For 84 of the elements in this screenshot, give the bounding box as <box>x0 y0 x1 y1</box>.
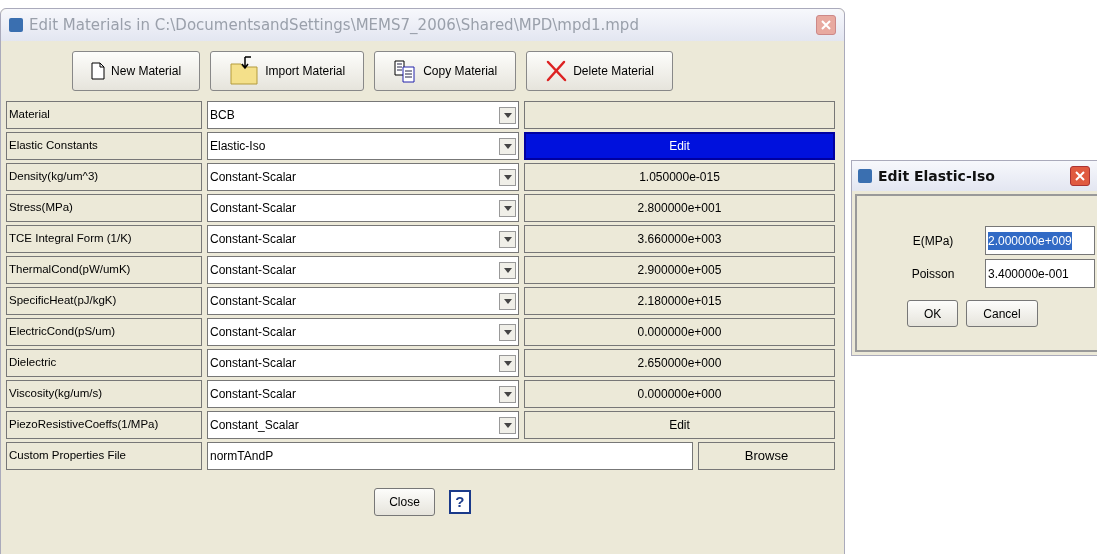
toolbar-button[interactable]: Copy Material <box>374 51 517 91</box>
type-dropdown[interactable]: Constant-Scalar <box>207 318 519 346</box>
value-button[interactable]: 2.800000e+001 <box>524 194 835 222</box>
value-button[interactable]: Edit <box>524 132 835 160</box>
help-button[interactable]: ? <box>448 490 471 514</box>
caret-icon <box>503 112 512 118</box>
property-label: Dielectric <box>6 349 202 377</box>
type-dropdown[interactable]: BCB <box>207 101 519 129</box>
browse-button[interactable]: Browse <box>698 442 835 470</box>
field-value: 3.400000e-001 <box>988 265 1069 283</box>
blank-page-icon <box>91 62 106 80</box>
property-label: PiezoResistiveCoeffs(1/MPa) <box>6 411 202 439</box>
property-label: Density(kg/um^3) <box>6 163 202 191</box>
caret-icon <box>503 360 512 366</box>
caret-icon <box>503 174 512 180</box>
value-button[interactable]: Edit <box>524 411 835 439</box>
value-button[interactable]: 2.900000e+005 <box>524 256 835 284</box>
close-button[interactable]: Close <box>374 488 435 516</box>
property-label: Material <box>6 101 202 129</box>
dropdown-button[interactable] <box>499 137 516 155</box>
type-dropdown[interactable]: Constant-Scalar <box>207 380 519 408</box>
property-label: Custom Properties File <box>6 442 202 470</box>
caret-icon <box>503 422 512 428</box>
value-button[interactable]: 1.050000e-015 <box>524 163 835 191</box>
property-label: Viscosity(kg/um/s) <box>6 380 202 408</box>
dialog-button[interactable]: Cancel <box>966 300 1038 327</box>
value-field[interactable]: 2.000000e+009 <box>985 226 1095 255</box>
type-dropdown[interactable]: Constant-Scalar <box>207 194 519 222</box>
field-value: 2.000000e+009 <box>988 231 1072 250</box>
value-button[interactable]: 0.000000e+000 <box>524 380 835 408</box>
dropdown-button[interactable] <box>499 168 516 186</box>
type-dropdown[interactable]: Constant-Scalar <box>207 225 519 253</box>
dropdown-button[interactable] <box>499 230 516 248</box>
dropdown-button[interactable] <box>499 385 516 403</box>
value-button[interactable]: 3.660000e+003 <box>524 225 835 253</box>
property-label: TCE Integral Form (1/K) <box>6 225 202 253</box>
folder-arrow-icon <box>229 56 260 86</box>
caret-icon <box>503 143 512 149</box>
caret-icon <box>503 205 512 211</box>
property-label: ElectricCond(pS/um) <box>6 318 202 346</box>
value-field[interactable]: 3.400000e-001 <box>985 259 1095 288</box>
dropdown-button[interactable] <box>499 292 516 310</box>
field-label: Poisson <box>910 265 956 283</box>
type-dropdown[interactable]: Constant-Scalar <box>207 349 519 377</box>
type-dropdown[interactable]: Constant-Scalar <box>207 256 519 284</box>
caret-icon <box>503 391 512 397</box>
close-button[interactable] <box>816 15 836 35</box>
caret-icon <box>503 298 512 304</box>
value-button[interactable]: 2.180000e+015 <box>524 287 835 315</box>
property-label: ThermalCond(pW/umK) <box>6 256 202 284</box>
dropdown-button[interactable] <box>499 261 516 279</box>
toolbar-button[interactable]: New Material <box>72 51 201 91</box>
app-logo-icon <box>9 18 23 32</box>
close-button[interactable] <box>1070 166 1090 186</box>
dropdown-button[interactable] <box>499 354 516 372</box>
file-field[interactable]: normTAndP <box>207 442 693 470</box>
value-button[interactable] <box>524 101 835 129</box>
dropdown-button[interactable] <box>499 416 516 434</box>
property-label: Elastic Constants <box>6 132 202 160</box>
close-icon <box>1075 171 1085 181</box>
type-dropdown[interactable]: Constant-Scalar <box>207 287 519 315</box>
type-dropdown[interactable]: Constant_Scalar <box>207 411 519 439</box>
x-mark-icon <box>545 60 568 82</box>
caret-icon <box>503 236 512 242</box>
type-dropdown[interactable]: Elastic-Iso <box>207 132 519 160</box>
dropdown-button[interactable] <box>499 199 516 217</box>
property-label: SpecificHeat(pJ/kgK) <box>6 287 202 315</box>
documents-icon <box>393 59 418 83</box>
type-dropdown[interactable]: Constant-Scalar <box>207 163 519 191</box>
toolbar-button[interactable]: Import Material <box>210 51 365 91</box>
value-button[interactable]: 0.000000e+000 <box>524 318 835 346</box>
toolbar-button[interactable]: Delete Material <box>526 51 673 91</box>
field-label: E(MPa) <box>911 232 955 250</box>
caret-icon <box>503 267 512 273</box>
app-logo-icon <box>858 169 872 183</box>
close-icon <box>821 20 831 30</box>
caret-icon <box>503 329 512 335</box>
value-button[interactable]: 2.650000e+000 <box>524 349 835 377</box>
dialog-title: Edit Elastic-Iso <box>878 166 995 186</box>
dropdown-button[interactable] <box>499 323 516 341</box>
property-label: Stress(MPa) <box>6 194 202 222</box>
dropdown-button[interactable] <box>499 106 516 124</box>
dialog-button[interactable]: OK <box>907 300 959 327</box>
window-title: Edit Materials in C:\DocumentsandSettings\MEMS7_2006\Shared\MPD\mpd1.mpd <box>29 14 639 36</box>
